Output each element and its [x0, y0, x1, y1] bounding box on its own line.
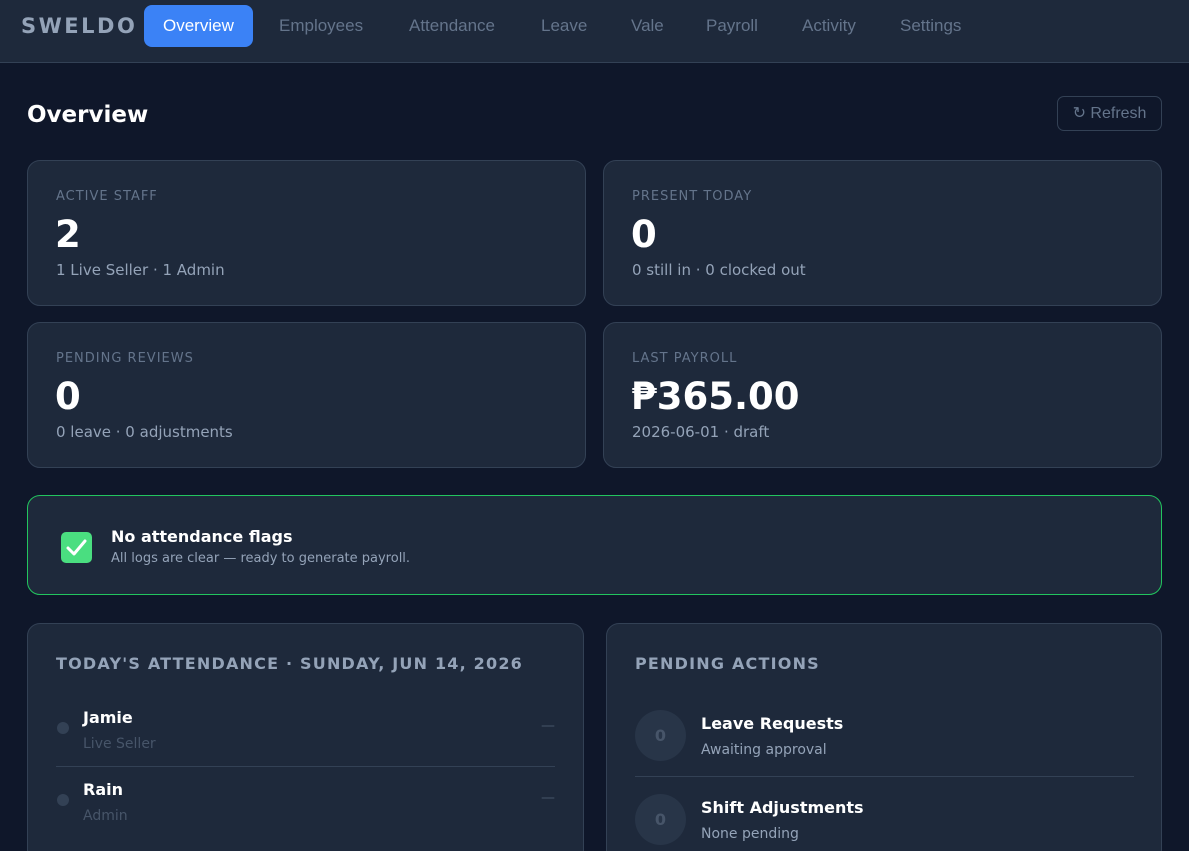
- stat-subtext: 0 still in · 0 clocked out: [632, 261, 806, 279]
- count-badge: 0: [635, 794, 686, 845]
- attendance-row[interactable]: Rain Admin —: [56, 766, 556, 838]
- tab-activity[interactable]: Activity: [802, 5, 856, 47]
- pending-action-leave-requests[interactable]: 0 Leave Requests Awaiting approval: [635, 710, 1134, 790]
- action-title: Shift Adjustments: [701, 798, 864, 817]
- tab-vale[interactable]: Vale: [631, 5, 664, 47]
- attendance-status: —: [541, 790, 555, 806]
- employee-role: Live Seller: [83, 736, 156, 752]
- app-logo[interactable]: SWELDO: [21, 13, 137, 39]
- top-nav-bar: SWELDO Overview Employees Attendance Lea…: [0, 0, 1189, 63]
- employee-role: Admin: [83, 808, 128, 824]
- stat-label: ACTIVE STAFF: [56, 189, 158, 204]
- tab-attendance[interactable]: Attendance: [409, 5, 495, 47]
- attendance-flags-banner: No attendance flags All logs are clear —…: [27, 495, 1162, 595]
- stat-subtext: 2026-06-01 · draft: [632, 423, 770, 441]
- attendance-row[interactable]: Jamie Live Seller —: [56, 694, 556, 766]
- stat-subtext: 1 Live Seller · 1 Admin: [56, 261, 225, 279]
- tab-overview[interactable]: Overview: [144, 5, 253, 47]
- attendance-status: —: [541, 718, 555, 734]
- stat-card-active-staff: ACTIVE STAFF 2 1 Live Seller · 1 Admin: [27, 160, 586, 306]
- tab-leave[interactable]: Leave: [541, 5, 587, 47]
- status-dot-icon: [57, 722, 69, 734]
- action-title: Leave Requests: [701, 714, 844, 733]
- tab-payroll[interactable]: Payroll: [706, 5, 758, 47]
- stat-value: ₱365.00: [631, 375, 800, 418]
- check-icon: [61, 532, 92, 563]
- stat-card-pending-reviews: PENDING REVIEWS 0 0 leave · 0 adjustment…: [27, 322, 586, 468]
- count-badge: 0: [635, 710, 686, 761]
- stat-label: PENDING REVIEWS: [56, 351, 194, 366]
- action-subtitle: Awaiting approval: [701, 742, 827, 758]
- tab-settings[interactable]: Settings: [900, 5, 961, 47]
- todays-attendance-panel: TODAY'S ATTENDANCE · SUNDAY, JUN 14, 202…: [27, 623, 584, 851]
- stat-label: LAST PAYROLL: [632, 351, 738, 366]
- refresh-button[interactable]: ↻ Refresh: [1057, 96, 1162, 131]
- status-dot-icon: [57, 794, 69, 806]
- flag-banner-subtitle: All logs are clear — ready to generate p…: [111, 551, 411, 566]
- tab-employees[interactable]: Employees: [279, 5, 363, 47]
- action-subtitle: None pending: [701, 826, 799, 842]
- pending-actions-panel: PENDING ACTIONS 0 Leave Requests Awaitin…: [606, 623, 1162, 851]
- attendance-section-title: TODAY'S ATTENDANCE · SUNDAY, JUN 14, 202…: [56, 654, 524, 673]
- stat-value: 0: [55, 375, 81, 418]
- stat-value: 2: [55, 213, 81, 256]
- stat-card-last-payroll: LAST PAYROLL ₱365.00 2026-06-01 · draft: [603, 322, 1162, 468]
- flag-banner-title: No attendance flags: [111, 527, 293, 546]
- stat-label: PRESENT TODAY: [632, 189, 753, 204]
- stat-value: 0: [631, 213, 657, 256]
- row-divider: [635, 776, 1134, 777]
- stat-card-present-today: PRESENT TODAY 0 0 still in · 0 clocked o…: [603, 160, 1162, 306]
- stat-subtext: 0 leave · 0 adjustments: [56, 423, 233, 441]
- pending-actions-title: PENDING ACTIONS: [635, 654, 820, 673]
- pending-action-shift-adjustments[interactable]: 0 Shift Adjustments None pending: [635, 794, 1134, 851]
- page-title: Overview: [27, 102, 149, 128]
- employee-name: Jamie: [83, 708, 133, 727]
- employee-name: Rain: [83, 780, 123, 799]
